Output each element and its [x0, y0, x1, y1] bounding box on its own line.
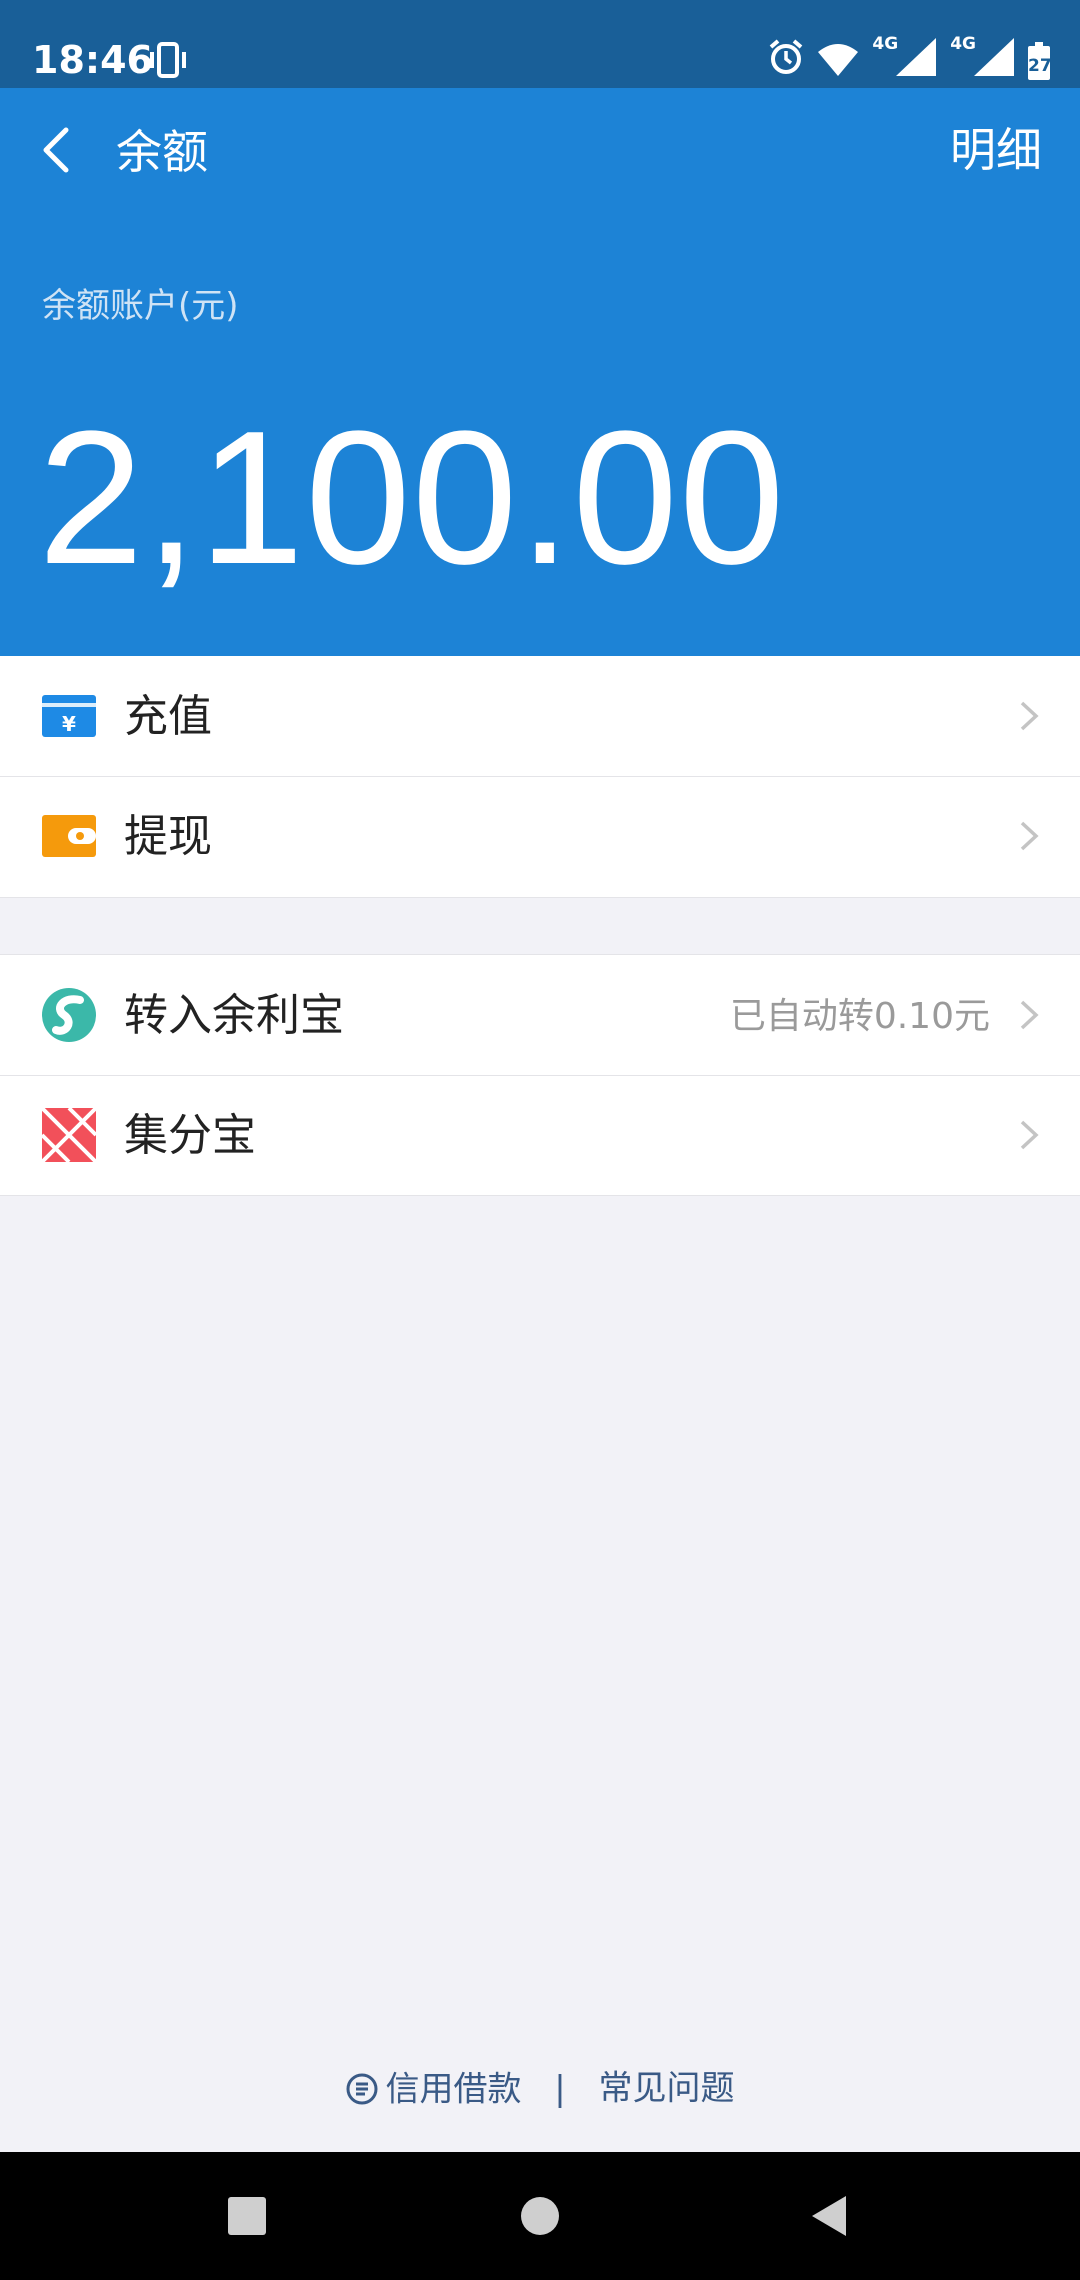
chevron-right-icon: [1018, 700, 1040, 732]
home-button[interactable]: [521, 2197, 559, 2235]
vibrate-icon: [146, 42, 190, 82]
action-list: ¥ 充值 提现: [0, 656, 1080, 897]
status-time: 18:46: [32, 38, 153, 82]
battery-icon: 27: [1028, 42, 1052, 80]
list-item-withdraw[interactable]: 提现: [0, 776, 1080, 896]
detail-button[interactable]: 明细: [950, 122, 1042, 178]
jifenbao-icon: [40, 1106, 98, 1164]
balance-amount: 2,100.00: [38, 392, 786, 604]
battery-level: 27: [1028, 56, 1052, 76]
alarm-icon: [768, 38, 804, 80]
signal-icon-2: [974, 38, 1014, 80]
yulibao-icon: [40, 986, 98, 1044]
page-title: 余额: [116, 125, 208, 179]
signal-icon-1: [896, 38, 937, 80]
footer-separator: |: [554, 2068, 566, 2109]
list-item-yulibao[interactable]: 转入余利宝 已自动转0.10元: [0, 955, 1080, 1075]
service-list: 转入余利宝 已自动转0.10元 集分宝: [0, 955, 1080, 1195]
divider: [0, 1195, 1080, 1196]
back-button[interactable]: [30, 120, 90, 180]
list-item-recharge[interactable]: ¥ 充值: [0, 656, 1080, 776]
jifenbao-label: 集分宝: [124, 1110, 256, 1161]
status-icons: 4G 4G 27: [768, 34, 1052, 80]
divider: [0, 897, 1080, 898]
system-nav-bar: [0, 2152, 1080, 2280]
back-arrow-icon: [43, 127, 69, 173]
yulibao-label: 转入余利宝: [124, 990, 344, 1041]
recharge-icon: ¥: [40, 687, 98, 745]
status-bar: 18:46 4G 4G 27: [0, 0, 1080, 88]
chevron-right-icon: [1018, 820, 1040, 852]
credit-loan-label: 信用借款: [385, 2069, 522, 2110]
withdraw-label: 提现: [124, 811, 212, 862]
faq-link[interactable]: 常见问题: [599, 2069, 735, 2109]
credit-loan-link[interactable]: 信用借款: [345, 2068, 532, 2110]
back-nav-button[interactable]: [808, 2194, 850, 2242]
recharge-label: 充值: [124, 691, 212, 742]
auto-transfer-status: 已自动转0.10元: [729, 996, 990, 1037]
network-type-1: 4G: [872, 34, 899, 54]
chevron-right-icon: [1018, 1119, 1040, 1151]
loan-icon: [346, 2073, 378, 2105]
balance-header: 余额 明细 余额账户(元) 2,100.00: [0, 88, 1080, 656]
wallet-icon: [40, 807, 98, 865]
back-triangle-icon: [812, 2196, 846, 2236]
network-type-2: 4G: [950, 34, 976, 54]
footer-links: 信用借款 | 常见问题: [0, 2064, 1080, 2112]
list-item-jifenbao[interactable]: 集分宝: [0, 1075, 1080, 1195]
account-label: 余额账户(元): [42, 286, 239, 326]
recent-apps-button[interactable]: [228, 2197, 266, 2235]
svg-text:¥: ¥: [62, 712, 76, 736]
chevron-right-icon: [1018, 999, 1040, 1031]
wifi-icon: [818, 42, 859, 80]
